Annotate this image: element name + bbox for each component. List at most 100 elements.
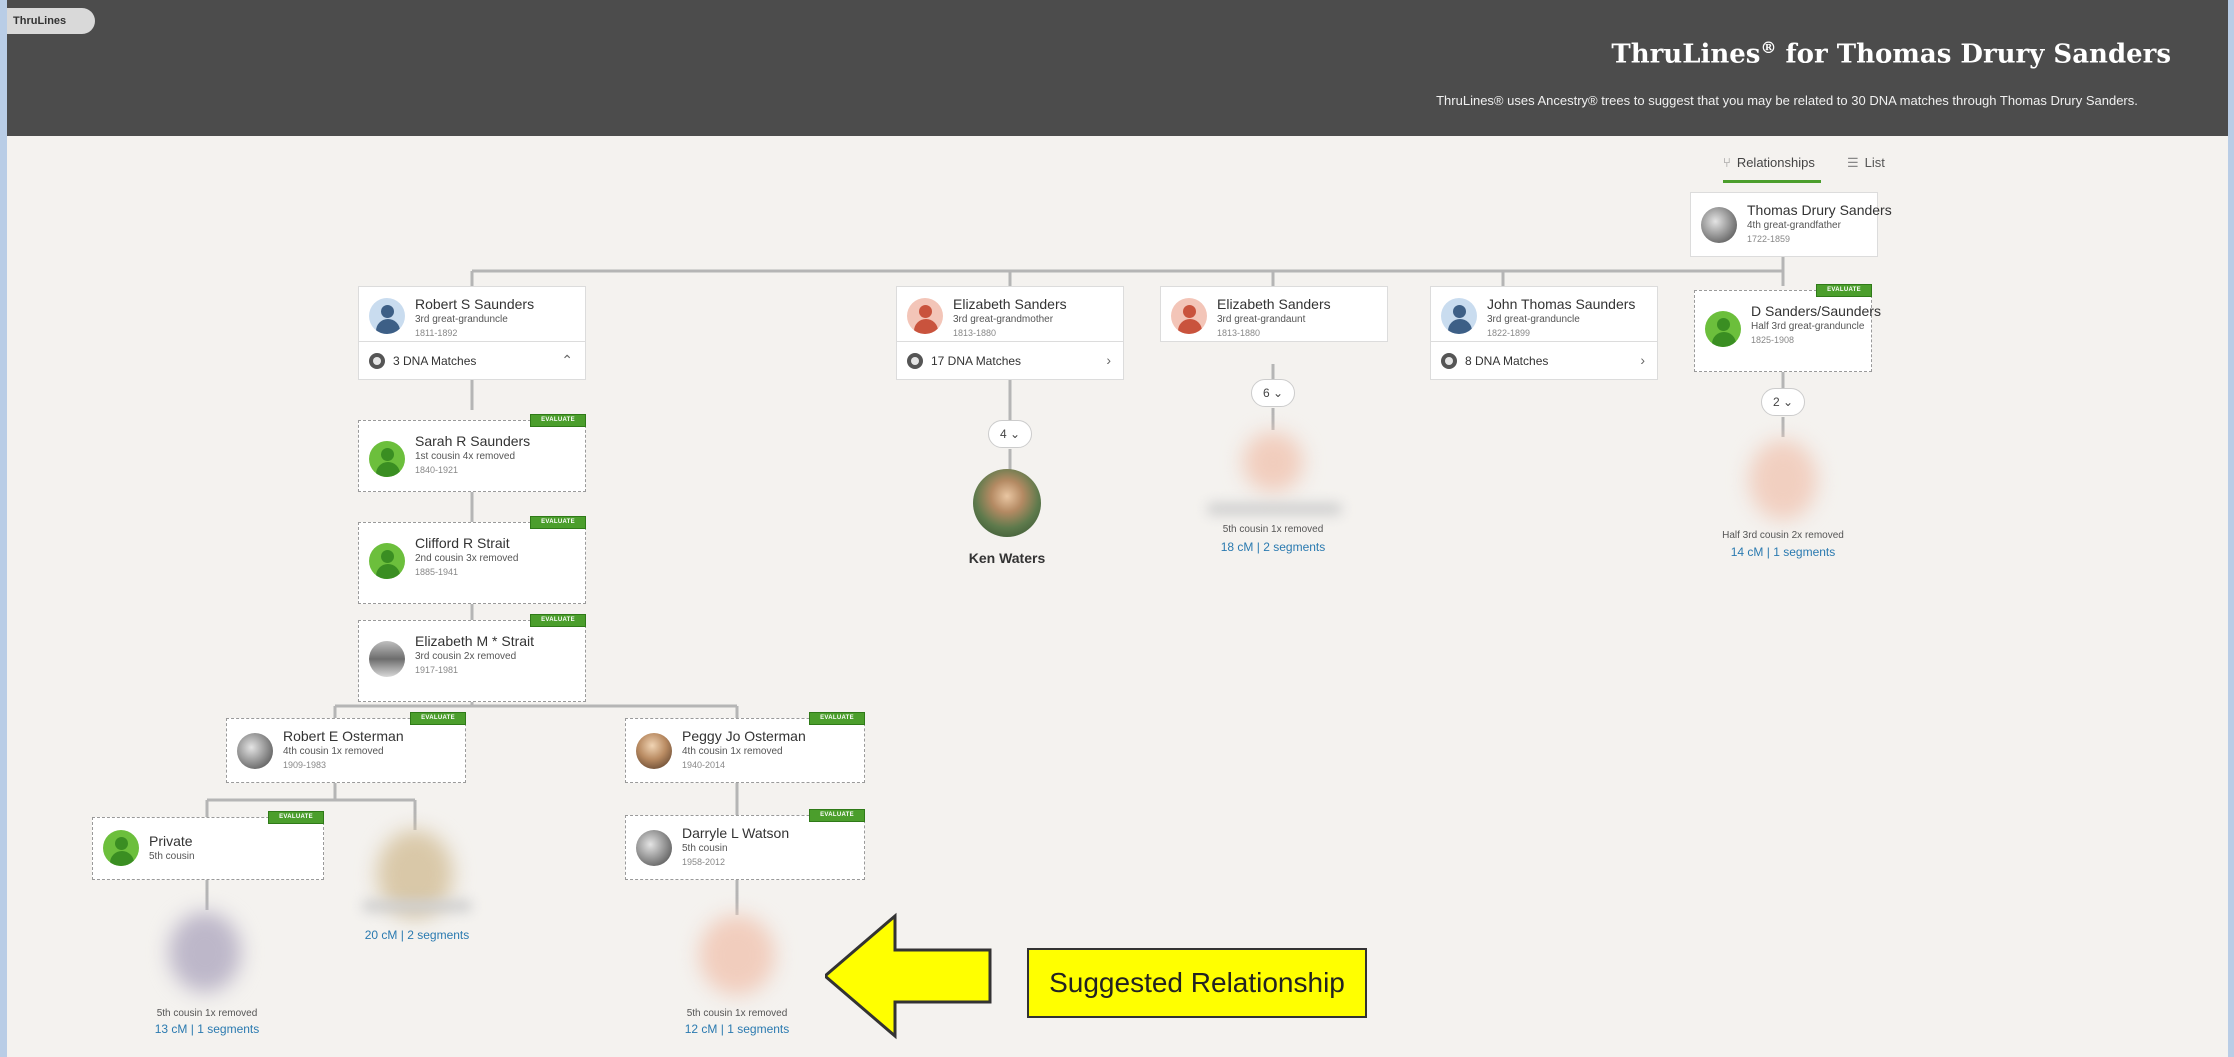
tab-relationships[interactable]: ⑂ Relationships: [1723, 152, 1821, 183]
match-cm-link[interactable]: 13 cM | 1 segments: [127, 1022, 287, 1036]
person-relation: 5th cousin: [149, 851, 195, 862]
person-name: Elizabeth M * Strait: [415, 633, 535, 649]
person-relation: 4th cousin 1x removed: [682, 746, 783, 757]
blurred-match-photo[interactable]: [1749, 440, 1817, 520]
person-dates: 1811-1892: [415, 328, 458, 338]
blurred-match-photo[interactable]: [699, 915, 775, 995]
avatar: [103, 830, 139, 866]
blurred-match-name: [362, 900, 472, 912]
hint-card-private[interactable]: EVALUATE Private 5th cousin: [92, 811, 324, 880]
branch-card-john-thomas-saunders[interactable]: John Thomas Saunders 3rd great-granduncl…: [1430, 286, 1658, 342]
chevron-right-icon: ›: [1106, 352, 1111, 368]
person-relation: 3rd great-grandaunt: [1217, 314, 1306, 325]
avatar: [636, 733, 672, 769]
person-name: John Thomas Saunders: [1487, 296, 1636, 312]
avatar: [1701, 207, 1737, 243]
hint-card-darryle-l-watson[interactable]: EVALUATE Darryle L Watson 5th cousin 195…: [625, 809, 865, 880]
evaluate-badge[interactable]: EVALUATE: [809, 712, 865, 725]
hint-card-elizabeth-m-strait[interactable]: EVALUATE Elizabeth M * Strait 3rd cousin…: [358, 614, 586, 702]
hint-card-clifford-r-strait[interactable]: EVALUATE Clifford R Strait 2nd cousin 3x…: [358, 516, 586, 604]
branch-card-elizabeth-sanders-aunt[interactable]: Elizabeth Sanders 3rd great-grandaunt 18…: [1160, 286, 1388, 342]
person-name: Sarah R Saunders: [415, 433, 531, 449]
branch-card-elizabeth-sanders[interactable]: Elizabeth Sanders 3rd great-grandmother …: [896, 286, 1124, 342]
avatar: [1705, 311, 1741, 347]
person-relation: 3rd great-granduncle: [1487, 314, 1580, 325]
dna-matches-label: 17 DNA Matches: [931, 354, 1022, 368]
person-dates: 1909-1983: [283, 760, 327, 770]
app-tab[interactable]: ThruLines: [7, 8, 95, 34]
person-dates: 1917-1981: [415, 665, 459, 675]
match-cm-link[interactable]: 18 cM | 2 segments: [1193, 540, 1353, 554]
expand-count-pill[interactable]: 6 ⌄: [1251, 379, 1295, 407]
expand-count-pill[interactable]: 4 ⌄: [988, 420, 1032, 448]
avatar: [369, 543, 405, 579]
tab-list[interactable]: ☰ List: [1847, 152, 1907, 180]
hint-card-robert-e-osterman[interactable]: EVALUATE Robert E Osterman 4th cousin 1x…: [226, 712, 466, 783]
match-cm-link[interactable]: 20 cM | 2 segments: [337, 928, 497, 942]
blurred-match-photo[interactable]: [1243, 432, 1303, 492]
person-relation: 1st cousin 4x removed: [415, 451, 516, 462]
chevron-up-icon: ⌃: [561, 352, 573, 368]
person-name: Peggy Jo Osterman: [682, 728, 806, 744]
person-dates: 1885-1941: [415, 567, 459, 577]
person-name: Robert E Osterman: [283, 728, 404, 744]
evaluate-badge[interactable]: EVALUATE: [530, 614, 586, 627]
avatar: [907, 298, 943, 334]
person-dates: 1940-2014: [682, 760, 726, 770]
chevron-down-icon: ⌄: [1782, 395, 1794, 409]
person-relation: 4th cousin 1x removed: [283, 746, 384, 757]
dna-matches-toggle[interactable]: 8 DNA Matches ›: [1430, 342, 1658, 380]
match-photo[interactable]: [973, 469, 1041, 537]
match-cm-link[interactable]: 14 cM | 1 segments: [1693, 545, 1873, 559]
match-relation: 5th cousin 1x removed: [156, 1008, 258, 1019]
evaluate-badge[interactable]: EVALUATE: [268, 811, 324, 824]
expand-count-pill[interactable]: 2 ⌄: [1761, 388, 1805, 416]
avatar: [1441, 298, 1477, 334]
person-dates: 1822-1899: [1487, 328, 1531, 338]
person-name: Thomas Drury Sanders: [1747, 202, 1892, 218]
evaluate-badge[interactable]: EVALUATE: [410, 712, 466, 725]
branch-card-d-sanders-saunders[interactable]: EVALUATE D Sanders/Saunders Half 3rd gre…: [1694, 284, 1881, 372]
dna-matches-label: 3 DNA Matches: [393, 354, 477, 368]
hint-card-sarah-r-saunders[interactable]: EVALUATE Sarah R Saunders 1st cousin 4x …: [358, 414, 586, 492]
person-dates: 1825-1908: [1751, 335, 1795, 345]
dna-matches-toggle[interactable]: 17 DNA Matches ›: [896, 342, 1124, 380]
match-relation: 5th cousin 1x removed: [1222, 524, 1324, 535]
hint-card-peggy-jo-osterman[interactable]: EVALUATE Peggy Jo Osterman 4th cousin 1x…: [625, 712, 865, 783]
evaluate-badge[interactable]: EVALUATE: [530, 516, 586, 529]
avatar: [1171, 298, 1207, 334]
arrow-icon: [825, 912, 992, 1040]
person-name: Clifford R Strait: [415, 535, 510, 551]
dna-icon: [907, 353, 923, 369]
person-name: Private: [149, 833, 193, 849]
person-relation: 3rd great-grandmother: [953, 314, 1054, 325]
match-relation: Half 3rd cousin 2x removed: [1722, 530, 1844, 541]
evaluate-badge[interactable]: EVALUATE: [809, 809, 865, 822]
match-cm-link[interactable]: 12 cM | 1 segments: [657, 1022, 817, 1036]
person-dates: 1840-1921: [415, 465, 459, 475]
chevron-right-icon: ›: [1640, 352, 1645, 368]
list-icon: ☰: [1847, 155, 1859, 170]
thrulines-page: ThruLines ThruLines® for Thomas Drury Sa…: [7, 0, 2228, 1057]
page-title: ThruLines® for Thomas Drury Sanders: [1611, 38, 2171, 70]
dna-icon: [369, 353, 385, 369]
person-relation: 4th great-grandfather: [1747, 220, 1841, 231]
match-name[interactable]: Ken Waters: [942, 550, 1072, 566]
chevron-down-icon: ⌄: [1272, 386, 1284, 400]
dna-matches-toggle[interactable]: 3 DNA Matches ⌃: [358, 342, 586, 380]
branch-card-robert-s-saunders[interactable]: Robert S Saunders 3rd great-granduncle 1…: [358, 286, 586, 342]
avatar: [636, 830, 672, 866]
blurred-match-photo[interactable]: [169, 912, 241, 992]
chevron-down-icon: ⌄: [1009, 427, 1021, 441]
match-relation: 5th cousin 1x removed: [686, 1008, 788, 1019]
person-relation: 5th cousin: [682, 843, 728, 854]
person-relation: 3rd great-granduncle: [415, 314, 508, 325]
root-ancestor-card[interactable]: Thomas Drury Sanders 4th great-grandfath…: [1690, 192, 1892, 257]
evaluate-badge[interactable]: EVALUATE: [530, 414, 586, 427]
blurred-match-name: [1207, 503, 1342, 515]
person-name: Darryle L Watson: [682, 825, 790, 841]
avatar: [237, 733, 273, 769]
person-name: Elizabeth Sanders: [953, 296, 1067, 312]
evaluate-badge[interactable]: EVALUATE: [1816, 284, 1872, 297]
avatar: [369, 298, 405, 334]
